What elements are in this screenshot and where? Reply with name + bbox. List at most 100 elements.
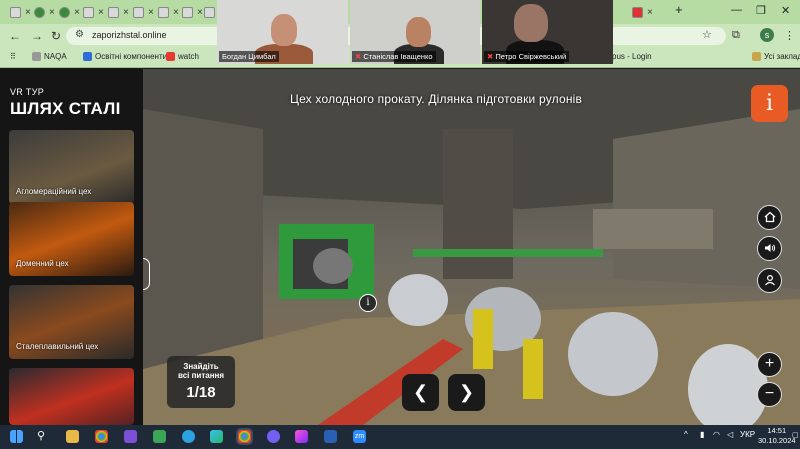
system-clock[interactable]: 14:51 30.10.2024 (758, 426, 796, 446)
chrome-icon[interactable] (95, 430, 108, 443)
minimize-window-icon[interactable]: — (731, 4, 742, 16)
card-label: Агломераційний цех (16, 187, 92, 196)
card-label: Доменний цех (16, 259, 69, 268)
extensions-icon[interactable]: ⧉ (732, 29, 740, 42)
bookmark-icon (32, 52, 41, 61)
bookmark-label: watch (178, 52, 199, 61)
info-button[interactable]: i (751, 85, 788, 122)
card-label: Сталеплавильний цех (16, 342, 99, 351)
tab-favicon (182, 7, 193, 18)
quiz-count: 1/18 (186, 384, 216, 401)
user-icon (764, 274, 775, 286)
chrome-active-icon[interactable] (236, 428, 253, 445)
next-scene-button[interactable]: ❯ (448, 374, 485, 411)
back-arrow-icon[interactable]: ← (9, 29, 21, 43)
windows-start-icon[interactable] (10, 430, 23, 443)
teams-icon[interactable] (124, 430, 137, 443)
participant-name-text: Станіслав Іващенко (363, 52, 433, 61)
close-tab-icon[interactable]: × (123, 7, 129, 18)
video-tile[interactable]: Богдан Цимбал (217, 0, 348, 64)
vr-tour-page: VR ТУР ШЛЯХ СТАЛІ Агломераційний цех Дом… (0, 69, 800, 425)
apps-grid-icon[interactable]: ⠿ (10, 52, 16, 61)
close-tab-icon[interactable]: × (148, 7, 154, 18)
reload-icon[interactable]: ↻ (51, 29, 61, 43)
tab-favicon (10, 7, 21, 18)
tab-favicon (133, 7, 144, 18)
participant-figure (514, 4, 548, 42)
factory-panorama-image (143, 69, 800, 425)
browser-tab[interactable]: × (628, 3, 657, 22)
search-icon[interactable]: ⚲ (37, 429, 45, 442)
close-window-icon[interactable]: ✕ (781, 4, 790, 17)
panorama-hotspot-edge[interactable] (143, 258, 150, 290)
workshop-card-steelmaking[interactable]: Сталеплавильний цех (9, 285, 134, 359)
site-info-icon[interactable]: ⚙ (75, 29, 84, 40)
zoom-out-button[interactable]: − (757, 382, 782, 407)
previous-scene-button[interactable]: ❮ (402, 374, 439, 411)
screen: { "browser":{ "tabs":[{"x":8},{"x":30},{… (0, 0, 800, 449)
video-tile[interactable]: ✖ Станіслав Іващенко (350, 0, 480, 64)
sidebar: VR ТУР ШЛЯХ СТАЛІ Агломераційний цех Дом… (0, 69, 143, 425)
close-tab-icon[interactable]: × (49, 7, 55, 18)
profile-button[interactable] (757, 268, 782, 293)
notification-icon[interactable]: ▢ (792, 431, 799, 439)
forward-arrow-icon[interactable]: → (31, 29, 43, 43)
all-bookmarks-label: Усі закладки (764, 52, 800, 61)
mic-muted-icon: ✖ (487, 52, 494, 61)
participant-figure (271, 14, 297, 46)
clock-date: 30.10.2024 (758, 436, 796, 445)
viber-icon[interactable] (267, 430, 280, 443)
home-button[interactable] (757, 205, 782, 230)
language-indicator[interactable]: УКР (740, 430, 755, 439)
tray-chevron-icon[interactable]: ^ (684, 430, 688, 439)
bookmark-label: pus - Login (612, 52, 652, 61)
bookmark-item[interactable]: Освітні компоненти (83, 52, 167, 61)
participant-figure (406, 17, 431, 47)
telegram-icon[interactable] (182, 430, 195, 443)
word-icon[interactable] (324, 430, 337, 443)
mic-muted-icon: ✖ (355, 52, 362, 61)
scene-title: Цех холодного прокату. Ділянка підготовк… (290, 92, 583, 106)
close-tab-icon[interactable]: × (98, 7, 104, 18)
zoom-icon[interactable]: zm (353, 430, 366, 443)
menu-kebab-icon[interactable]: ⋮ (784, 29, 795, 42)
bookmark-item[interactable]: NAQA (32, 52, 67, 61)
quiz-text-line2: всі питання (177, 371, 225, 380)
zoom-in-button[interactable]: + (757, 352, 782, 377)
info-hotspot-icon[interactable]: i (359, 294, 377, 312)
workshop-card-sinter[interactable]: Агломераційний цех (9, 130, 134, 204)
tab-favicon (632, 7, 643, 18)
bookmark-label: Освітні компоненти (95, 52, 168, 61)
quiz-counter[interactable]: Знайдіть всі питання 1/18 (167, 356, 235, 408)
app-icon[interactable] (295, 430, 308, 443)
tab-favicon (204, 7, 215, 18)
bookmark-star-icon[interactable]: ☆ (702, 28, 712, 41)
all-bookmarks[interactable]: Усі закладки (752, 52, 800, 61)
close-tab-icon[interactable]: × (647, 7, 653, 18)
tab-favicon (158, 7, 169, 18)
tab-favicon (59, 7, 70, 18)
restore-window-icon[interactable]: ❐ (756, 4, 766, 17)
bookmark-item[interactable]: pus - Login (612, 52, 652, 61)
bookmark-item[interactable]: watch (166, 52, 199, 61)
volume-icon[interactable]: ◁ (727, 430, 733, 439)
participant-name-text: Петро Свіржевський (495, 52, 567, 61)
home-icon (764, 211, 775, 223)
panorama-viewer[interactable] (143, 69, 800, 425)
video-tile[interactable]: ✖ Петро Свіржевський (482, 0, 613, 64)
quiz-text-line1: Знайдіть (183, 362, 219, 371)
profile-avatar[interactable]: s (760, 28, 774, 42)
windows-taskbar: ⚲ zm ^ ▮ ◠ ◁ УКР 14:51 30.10.2024 ▢ (0, 425, 800, 449)
site-logo-title[interactable]: ШЛЯХ СТАЛІ (10, 99, 121, 119)
wifi-icon[interactable]: ◠ (713, 430, 720, 439)
file-explorer-icon[interactable] (66, 430, 79, 443)
workshop-card-rolling[interactable] (9, 368, 134, 425)
workshop-card-blast-furnace[interactable]: Доменний цех (9, 202, 134, 276)
tab-favicon (34, 7, 45, 18)
bookmark-label: NAQA (44, 52, 67, 61)
new-tab-button[interactable]: + (675, 2, 683, 17)
app-icon[interactable] (153, 430, 166, 443)
battery-icon[interactable]: ▮ (700, 430, 704, 439)
edge-icon[interactable] (210, 430, 223, 443)
sound-button[interactable] (757, 236, 782, 261)
